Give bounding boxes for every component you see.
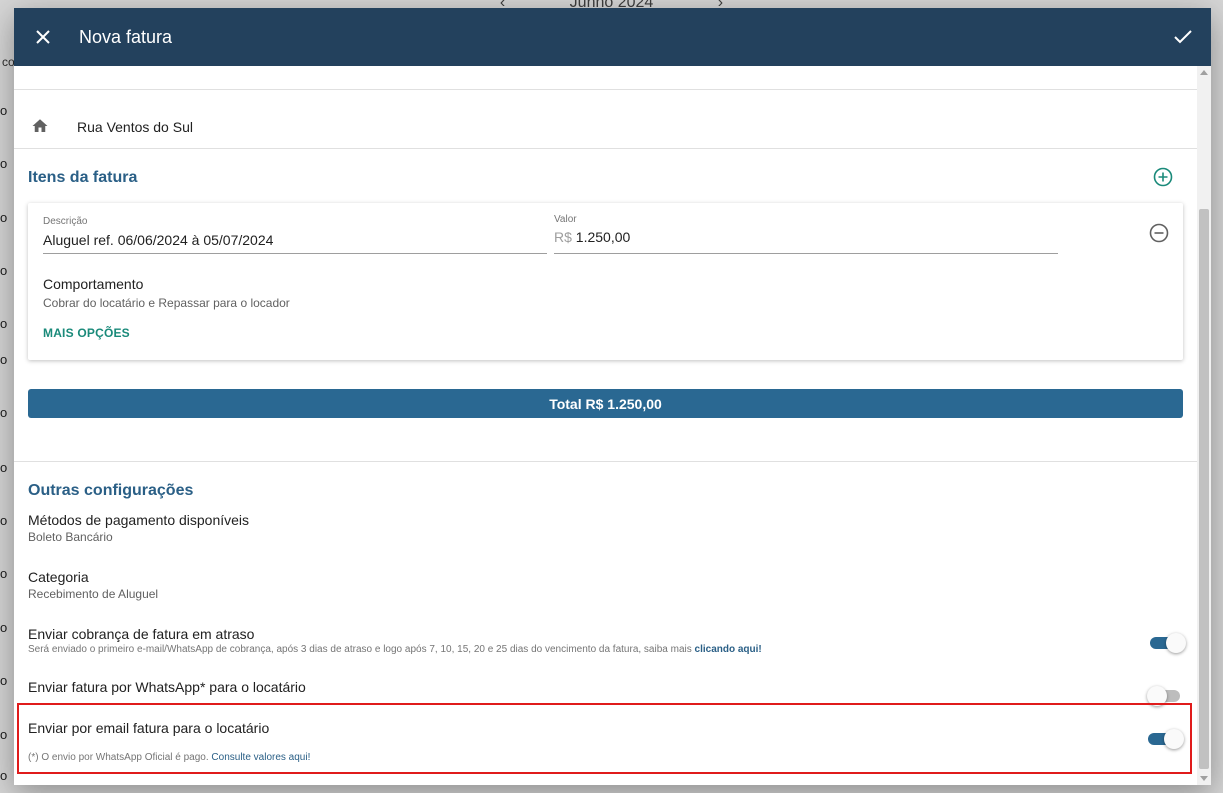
more-options-button[interactable]: MAIS OPÇÕES xyxy=(43,326,130,340)
dialog-body: Rua Ventos do Sul Itens da fatura Descri… xyxy=(14,66,1197,785)
divider xyxy=(14,89,1197,90)
late-charge-link[interactable]: clicando aqui! xyxy=(695,644,762,655)
late-charge-note-text: Será enviado o primeiro e-mail/WhatsApp … xyxy=(28,644,695,655)
category-title[interactable]: Categoria xyxy=(28,569,89,585)
value-amount: 1.250,00 xyxy=(575,229,631,245)
value-input[interactable]: R$ 1.250,00 xyxy=(554,229,630,245)
check-icon xyxy=(1174,30,1192,44)
close-icon xyxy=(36,30,50,44)
currency-prefix: R$ xyxy=(554,229,572,245)
dialog-title: Nova fatura xyxy=(79,26,173,47)
remove-circle-icon[interactable] xyxy=(1149,223,1169,243)
dialog-scrollbar[interactable] xyxy=(1197,66,1211,785)
confirm-button[interactable] xyxy=(1169,23,1197,51)
invoice-dialog: Nova fatura Rua Ventos do Sul Itens da f… xyxy=(14,8,1211,785)
behavior-title: Comportamento xyxy=(43,276,144,292)
description-underline xyxy=(43,253,547,254)
scroll-down-arrow-icon[interactable] xyxy=(1200,776,1208,781)
add-circle-icon[interactable] xyxy=(1153,167,1173,187)
payment-methods-title[interactable]: Métodos de pagamento disponíveis xyxy=(28,512,249,528)
items-section-title: Itens da fatura xyxy=(28,169,138,186)
late-charge-toggle[interactable] xyxy=(1150,632,1186,653)
close-button[interactable] xyxy=(14,8,72,66)
value-underline xyxy=(554,253,1058,254)
highlight-box xyxy=(17,703,1192,774)
scroll-up-arrow-icon[interactable] xyxy=(1200,70,1208,75)
home-icon xyxy=(32,119,48,132)
toggle-knob xyxy=(1166,633,1186,653)
late-charge-note: Será enviado o primeiro e-mail/WhatsApp … xyxy=(28,644,762,655)
whatsapp-title: Enviar fatura por WhatsApp* para o locat… xyxy=(28,679,306,695)
divider xyxy=(14,461,1197,462)
whatsapp-toggle[interactable] xyxy=(1147,685,1182,706)
scroll-thumb[interactable] xyxy=(1199,209,1209,769)
dialog-header: Nova fatura xyxy=(14,8,1211,66)
other-settings-title: Outras configurações xyxy=(28,482,194,499)
payment-methods-value[interactable]: Boleto Bancário xyxy=(28,530,113,544)
late-charge-title: Enviar cobrança de fatura em atraso xyxy=(28,626,255,642)
description-input[interactable]: Aluguel ref. 06/06/2024 à 05/07/2024 xyxy=(43,232,273,248)
property-address: Rua Ventos do Sul xyxy=(77,119,193,135)
invoice-item-card: Descrição Aluguel ref. 06/06/2024 à 05/0… xyxy=(28,203,1183,360)
total-bar: Total R$ 1.250,00 xyxy=(28,389,1183,418)
behavior-value[interactable]: Cobrar do locatário e Repassar para o lo… xyxy=(43,296,290,310)
divider xyxy=(14,148,1197,149)
category-value[interactable]: Recebimento de Aluguel xyxy=(28,587,158,601)
description-label: Descrição xyxy=(43,216,88,227)
value-label: Valor xyxy=(554,214,577,225)
